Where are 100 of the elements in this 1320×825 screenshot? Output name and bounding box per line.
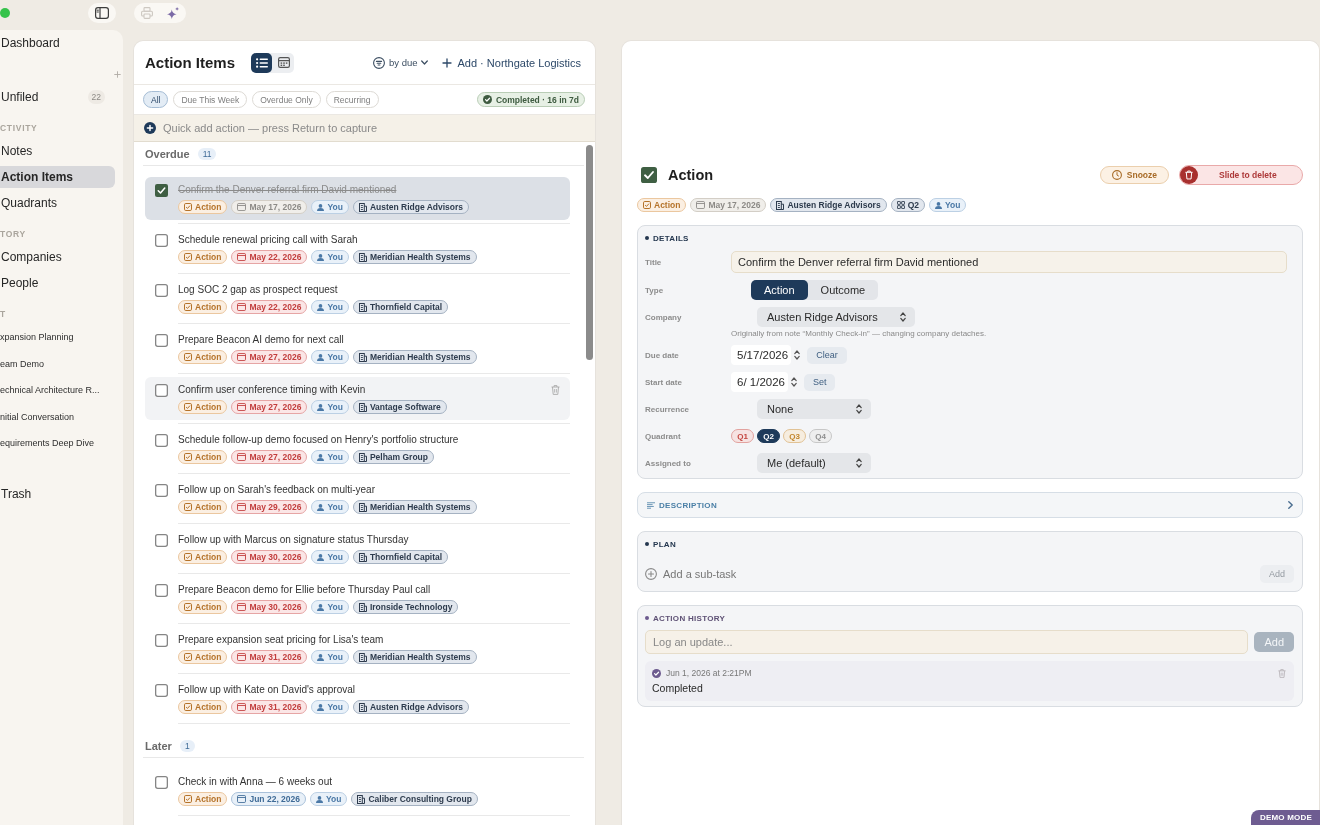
checkbox[interactable]	[641, 167, 657, 183]
field-label: Recurrence	[645, 404, 691, 414]
sidebar-item[interactable]: Quadrants	[0, 192, 115, 214]
date-field[interactable]: 6/ 1/2026	[731, 372, 788, 392]
field-note: Originally from note “Monthly Check-in” — changing company detaches.	[731, 329, 988, 338]
quick-add-field[interactable]: Quick add action — press Return to capture	[163, 119, 595, 137]
filter-chip[interactable]: All	[143, 91, 169, 108]
action-item-row[interactable]: Schedule follow-up demo focused on Henry's portfolio structure Action May 27, 2026 You Pelham Group	[145, 427, 570, 470]
stepper-icon[interactable]	[790, 377, 797, 387]
person-icon	[317, 253, 325, 261]
checkbox-icon	[184, 353, 192, 361]
sidebar-item[interactable]: Trash	[0, 482, 115, 505]
calendar-icon	[237, 603, 247, 611]
checkbox[interactable]	[155, 184, 168, 197]
assignee-name: You	[327, 352, 343, 362]
action-item-row[interactable]: Confirm user conference timing with Kevin Action May 27, 2026 You Vantage Software	[145, 377, 570, 420]
list-view-button[interactable]	[251, 52, 272, 73]
checkbox[interactable]	[155, 634, 168, 647]
action-item-row[interactable]: Check in with Anna — 6 weeks out Action Jun 22, 2026 You Caliber Consulting Group	[145, 769, 570, 812]
action-item-row[interactable]: Prepare Beacon demo for Ellie before Thursday Paul call Action May 30, 2026 You Ironside Technology	[145, 577, 570, 620]
stepper-icon[interactable]	[794, 350, 801, 360]
assignee-name: You	[327, 552, 343, 562]
due-date: May 30, 2026	[249, 602, 302, 612]
sidebar-note-item[interactable]: echnical Architecture R...	[0, 379, 123, 402]
checkbox[interactable]	[155, 484, 168, 497]
type-label: Action	[195, 402, 222, 412]
action-item-row[interactable]: Follow up with Marcus on signature status Thursday Action May 30, 2026 You Thornfield Capital	[145, 527, 570, 570]
company-name: Meridian Health Systems	[369, 502, 471, 512]
sidebar-note-item[interactable]: equirements Deep Dive	[0, 432, 123, 455]
sort-button[interactable]: by due	[372, 56, 429, 69]
building-icon	[358, 502, 367, 512]
updown-chevron-icon	[856, 404, 862, 414]
sidebar-note-item[interactable]: nitial Conversation	[0, 405, 123, 428]
section-label: T	[0, 308, 7, 321]
sidebar-toggle-button[interactable]	[88, 3, 116, 23]
due-date: May 27, 2026	[249, 452, 302, 462]
segment-button[interactable]: Outcome	[807, 280, 879, 300]
checkbox[interactable]	[155, 776, 168, 789]
quick-add-bar[interactable]: Quick add action — press Return to capture	[134, 115, 595, 142]
filter-chip[interactable]: Recurring	[325, 91, 379, 108]
subtask-field[interactable]: Add a sub-task	[663, 566, 1260, 582]
calendar-icon	[237, 553, 247, 561]
action-item-row[interactable]: Schedule renewal pricing call with Sarah Action May 22, 2026 You Meridian Health Systems	[145, 227, 570, 270]
description-toggle[interactable]: DESCRIPTION	[637, 492, 1303, 518]
checkbox[interactable]	[155, 384, 168, 397]
date-action-button[interactable]: Clear	[807, 346, 847, 364]
sidebar-note-item[interactable]: xpansion Planning	[0, 326, 123, 349]
sidebar-note-item[interactable]: eam Demo	[0, 352, 123, 375]
sidebar-item[interactable]: Companies	[0, 246, 115, 268]
text-field[interactable]: Confirm the Denver referral firm David mentioned	[731, 251, 1287, 273]
plus-circle-icon	[144, 122, 156, 134]
update-field[interactable]: Log an update...	[645, 630, 1249, 654]
company-name: Thornfield Capital	[369, 302, 443, 312]
building-icon	[358, 402, 367, 412]
quadrant-chip[interactable]: Q2	[757, 429, 780, 443]
sidebar-item[interactable]: Dashboard	[0, 32, 115, 54]
due-date: May 27, 2026	[249, 352, 302, 362]
snooze-button[interactable]: Snooze	[1099, 166, 1169, 184]
checkbox[interactable]	[155, 234, 168, 247]
checkbox[interactable]	[155, 434, 168, 447]
sidebar-item[interactable]: People	[0, 272, 115, 294]
plus-icon[interactable]	[114, 70, 121, 78]
sparkle-icon[interactable]	[167, 7, 179, 19]
action-item-row[interactable]: Prepare Beacon AI demo for next call Action May 27, 2026 You Meridian Health Systems	[145, 327, 570, 370]
select-dropdown[interactable]: Austen Ridge Advisors	[757, 307, 915, 327]
assignee-name: You	[327, 652, 343, 662]
check-circle-icon	[652, 668, 661, 678]
select-dropdown[interactable]: None	[757, 399, 871, 419]
filter-chip[interactable]: Overdue Only	[252, 91, 321, 108]
window-control-icon[interactable]	[0, 8, 10, 18]
checkbox[interactable]	[155, 684, 168, 697]
checkbox-icon	[184, 303, 192, 311]
date-field[interactable]: 5/17/2026	[731, 345, 792, 365]
quadrant-chip[interactable]: Q1	[731, 429, 754, 443]
sidebar-item[interactable]: Unfiled 22	[0, 86, 115, 108]
demo-mode-badge: DEMO MODE	[1250, 810, 1320, 825]
trash-icon[interactable]	[1180, 166, 1198, 184]
scrollbar[interactable]	[586, 145, 593, 360]
calendar-icon	[237, 453, 247, 461]
date-action-button[interactable]: Set	[803, 373, 836, 391]
checkbox[interactable]	[155, 534, 168, 547]
slide-to-delete-button[interactable]: Slide to delete	[1179, 165, 1303, 185]
action-item-row[interactable]: Prepare expansion seat pricing for Lisa's team Action May 31, 2026 You Meridian Health Systems	[145, 627, 570, 670]
checkbox-icon	[184, 703, 192, 711]
action-item-row[interactable]: Log SOC 2 gap as prospect request Action May 22, 2026 You Thornfield Capital	[145, 277, 570, 320]
sidebar-item[interactable]: Action Items	[0, 166, 115, 188]
select-dropdown[interactable]: Me (default)	[757, 453, 871, 473]
sidebar-icon	[95, 7, 109, 19]
segment-button[interactable]: Action	[751, 280, 808, 300]
add-button[interactable]: Add · Northgate Logistics	[442, 56, 581, 69]
completed-count: Completed · 16 in 7d	[495, 94, 579, 105]
action-item-row[interactable]: Confirm the Denver referral firm David mentioned Action May 17, 2026 You Austen Ridge Advisors	[145, 177, 570, 220]
checkbox[interactable]	[155, 334, 168, 347]
sidebar-item[interactable]: Notes	[0, 140, 115, 162]
filter-chip[interactable]: Due This Week	[173, 91, 248, 108]
checkbox[interactable]	[155, 284, 168, 297]
company-name: Meridian Health Systems	[369, 352, 471, 362]
action-item-row[interactable]: Follow up on Sarah's feedback on multi-year Action May 29, 2026 You Meridian Health Systems	[145, 477, 570, 520]
checkbox[interactable]	[155, 584, 168, 597]
action-item-row[interactable]: Follow up with Kate on David's approval Action May 31, 2026 You Austen Ridge Advisors	[145, 677, 570, 720]
